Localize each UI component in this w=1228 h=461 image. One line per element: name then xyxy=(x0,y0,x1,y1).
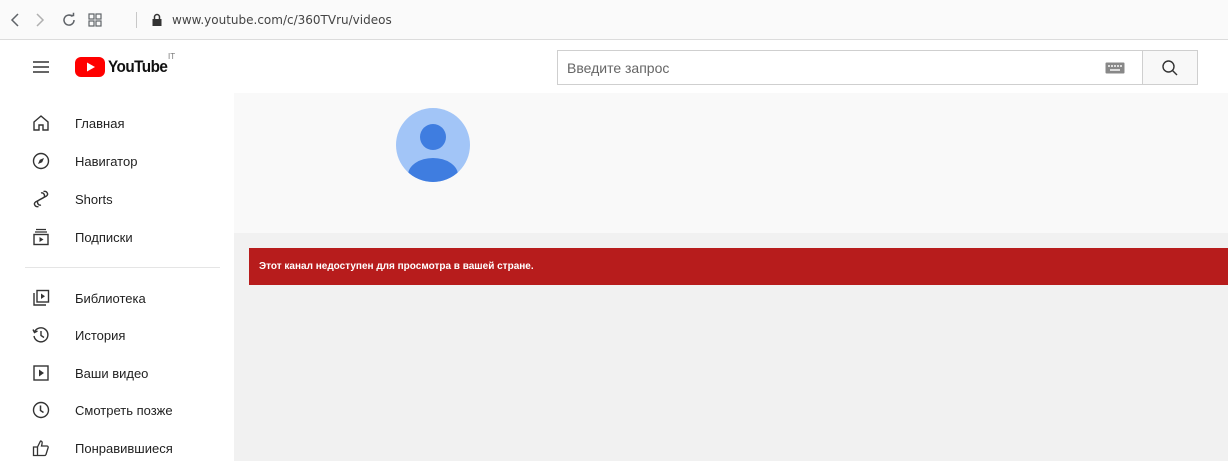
channel-header xyxy=(234,93,1228,233)
alert-message: Этот канал недоступен для просмотра в ва… xyxy=(259,261,534,272)
search-input[interactable] xyxy=(557,50,1142,85)
menu-button[interactable] xyxy=(30,56,52,78)
sidebar-item-label: Ваши видео xyxy=(75,365,149,381)
logo-country-code: IT xyxy=(168,52,176,61)
sidebar-divider xyxy=(25,267,220,268)
grid-icon xyxy=(88,13,102,27)
youtube-play-logo-icon xyxy=(75,57,105,77)
keyboard-icon[interactable] xyxy=(1105,62,1125,74)
default-avatar-icon xyxy=(408,124,458,182)
watch-later-icon xyxy=(30,399,52,421)
history-icon xyxy=(30,324,52,346)
sidebar-item-home[interactable]: Главная xyxy=(0,104,234,142)
home-icon xyxy=(30,112,52,134)
search-icon xyxy=(1162,59,1178,75)
chevron-right-icon xyxy=(36,13,45,27)
browser-toolbar: www.youtube.com/c/360TVru/videos xyxy=(0,0,1228,40)
sidebar-item-your-videos[interactable]: Ваши видео xyxy=(0,354,234,392)
library-icon xyxy=(30,287,52,309)
compass-icon xyxy=(30,150,52,172)
sidebar-item-subscriptions[interactable]: Подписки xyxy=(0,218,234,256)
like-icon xyxy=(30,437,52,459)
shorts-icon xyxy=(30,188,52,210)
your-videos-icon xyxy=(30,362,52,384)
youtube-header: YouTube IT xyxy=(0,41,1228,93)
site-security-button[interactable] xyxy=(148,10,166,30)
sidebar-item-label: Библиотека xyxy=(75,290,146,306)
sidebar-item-liked[interactable]: Понравившиеся xyxy=(0,429,234,461)
sidebar-item-watch-later[interactable]: Смотреть позже xyxy=(0,391,234,429)
search-box xyxy=(557,50,1198,85)
sidebar-item-label: Shorts xyxy=(75,191,113,207)
back-button[interactable] xyxy=(6,10,24,30)
hamburger-icon xyxy=(33,61,49,73)
chevron-left-icon xyxy=(10,13,19,27)
sidebar-item-label: История xyxy=(75,327,126,343)
sidebar-item-label: Смотреть позже xyxy=(75,402,173,418)
subscriptions-icon xyxy=(30,226,52,248)
channel-avatar xyxy=(396,108,470,182)
sidebar-item-label: Главная xyxy=(75,115,125,131)
sidebar-item-history[interactable]: История xyxy=(0,316,234,354)
sidebar-item-label: Подписки xyxy=(75,229,133,245)
channel-unavailable-alert: Этот канал недоступен для просмотра в ва… xyxy=(249,248,1228,285)
lock-icon xyxy=(152,13,162,26)
reload-button[interactable] xyxy=(60,10,78,30)
channel-page: Этот канал недоступен для просмотра в ва… xyxy=(234,93,1228,461)
sidebar-item-label: Навигатор xyxy=(75,153,138,169)
toolbar-separator xyxy=(136,12,137,28)
speed-dial-button[interactable] xyxy=(86,10,104,30)
sidebar-item-shorts[interactable]: Shorts xyxy=(0,180,234,218)
sidebar: Главная Навигатор Shorts Подписки Библио… xyxy=(0,93,234,461)
youtube-logo[interactable]: YouTube IT xyxy=(74,52,175,78)
reload-icon xyxy=(63,12,75,26)
sidebar-item-explore[interactable]: Навигатор xyxy=(0,142,234,180)
search-button[interactable] xyxy=(1142,50,1198,85)
logo-wordmark: YouTube xyxy=(108,57,168,76)
sidebar-item-library[interactable]: Библиотека xyxy=(0,279,234,317)
sidebar-item-label: Понравившиеся xyxy=(75,440,173,456)
forward-button[interactable] xyxy=(31,10,49,30)
address-bar[interactable]: www.youtube.com/c/360TVru/videos xyxy=(172,13,392,27)
